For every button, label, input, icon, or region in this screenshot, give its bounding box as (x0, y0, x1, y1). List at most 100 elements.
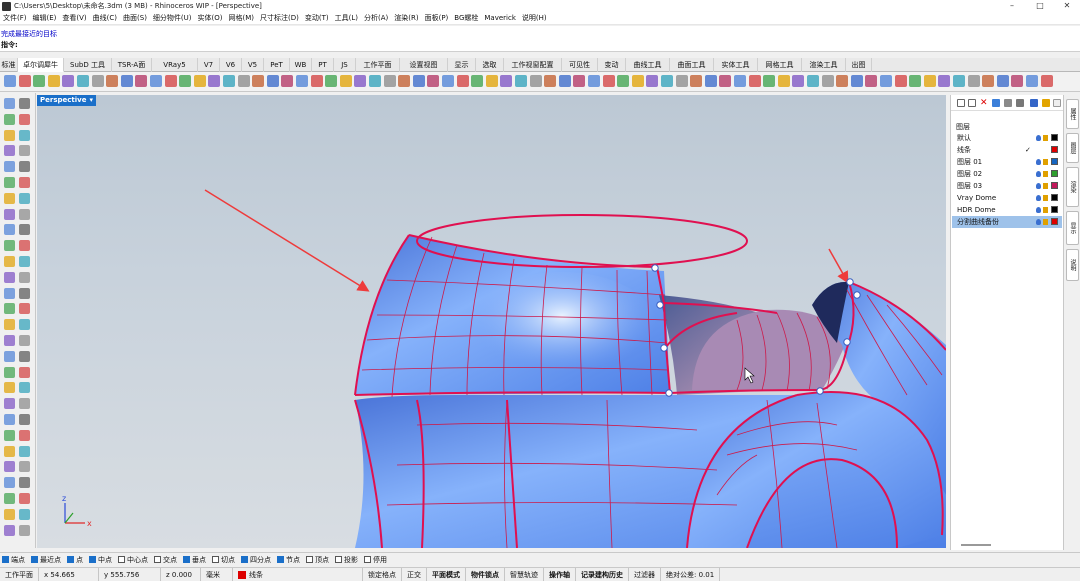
menu-tools[interactable]: 工具(L) (335, 13, 358, 23)
layer-options-icon[interactable] (1053, 99, 1061, 107)
toolbar-button-icon[interactable] (62, 75, 75, 87)
left-tool-icon[interactable] (4, 524, 15, 536)
toolbar-button-icon[interactable] (909, 75, 922, 87)
tab-19[interactable]: 曲线工具 (626, 58, 670, 72)
lock-icon[interactable] (1043, 159, 1048, 165)
toolbar-button-icon[interactable] (354, 75, 367, 87)
tab-8[interactable]: PeT (264, 58, 290, 72)
osnap-toggle[interactable]: 顶点 (306, 555, 329, 565)
command-input[interactable] (18, 38, 1073, 49)
toolbar-button-icon[interactable] (675, 75, 688, 87)
osnap-toggle[interactable]: 四分点 (241, 555, 271, 565)
status-toggle[interactable]: 正交 (402, 567, 427, 581)
lock-icon[interactable] (1043, 135, 1048, 141)
toolbar-button-icon[interactable] (193, 75, 206, 87)
left-tool-icon[interactable] (19, 366, 30, 378)
toolbar-button-icon[interactable] (33, 75, 46, 87)
left-tool-icon[interactable] (4, 319, 15, 331)
toolbar-button-icon[interactable] (953, 75, 965, 87)
osnap-checkbox[interactable] (335, 556, 342, 563)
left-tool-icon[interactable] (4, 366, 15, 378)
toolbar-button-icon[interactable] (369, 75, 381, 87)
current-layer[interactable]: 线条 (233, 567, 363, 581)
tab-1[interactable]: 卓尔调犀牛 (18, 58, 64, 72)
toolbar-button-icon[interactable] (237, 75, 250, 87)
left-tool-icon[interactable] (4, 98, 15, 109)
menu-edit[interactable]: 编辑(E) (33, 13, 57, 23)
left-tool-icon[interactable] (19, 129, 30, 141)
tab-17[interactable]: 可见性 (562, 58, 598, 72)
toolbar-button-icon[interactable] (339, 75, 352, 87)
left-tool-icon[interactable] (19, 508, 30, 520)
osnap-checkbox[interactable] (364, 556, 371, 563)
status-toggle[interactable]: 记录建构历史 (576, 567, 629, 581)
model-canvas[interactable]: z x (37, 95, 946, 548)
toolbar-button-icon[interactable] (179, 75, 192, 87)
toolbar-button-icon[interactable] (456, 75, 469, 87)
tab-0[interactable]: 标准 (0, 58, 18, 72)
osnap-toggle[interactable]: 交点 (154, 555, 177, 565)
toolbar-button-icon[interactable] (1011, 75, 1024, 87)
left-tool-icon[interactable] (19, 240, 30, 252)
left-tool-icon[interactable] (4, 335, 15, 346)
toolbar-button-icon[interactable] (383, 75, 396, 87)
osnap-toggle[interactable]: 中心点 (118, 555, 148, 565)
panel-resize-handle[interactable] (961, 544, 991, 546)
toolbar-button-icon[interactable] (704, 75, 717, 87)
osnap-toggle[interactable]: 点 (67, 555, 83, 565)
layer-color-swatch[interactable] (1051, 206, 1058, 213)
status-toggle[interactable]: 物件锁点 (466, 567, 505, 581)
menu-transform[interactable]: 变动(T) (305, 13, 329, 23)
toolbar-button-icon[interactable] (77, 75, 89, 87)
tab-13[interactable]: 设置视图 (400, 58, 448, 72)
left-tool-icon[interactable] (19, 161, 30, 173)
toolbar-button-icon[interactable] (325, 75, 338, 87)
osnap-checkbox[interactable] (67, 556, 74, 563)
left-tool-icon[interactable] (19, 398, 30, 410)
left-tool-icon[interactable] (19, 145, 30, 157)
units[interactable]: 毫米 (201, 567, 233, 581)
lock-icon[interactable] (1043, 219, 1048, 225)
osnap-checkbox[interactable] (118, 556, 125, 563)
layer-row[interactable]: 图层 03 (952, 180, 1062, 192)
menu-surface[interactable]: 曲面(S) (123, 13, 147, 23)
lock-icon[interactable] (1043, 183, 1048, 189)
side-tab-2[interactable]: 渲染 (1066, 167, 1079, 207)
tab-20[interactable]: 曲面工具 (670, 58, 714, 72)
toolbar-button-icon[interactable] (252, 75, 265, 87)
left-tool-icon[interactable] (19, 350, 30, 362)
osnap-checkbox[interactable] (154, 556, 161, 563)
toolbar-button-icon[interactable] (500, 75, 513, 87)
toolbar-button-icon[interactable] (850, 75, 863, 87)
left-tool-icon[interactable] (4, 161, 15, 173)
left-tool-icon[interactable] (4, 477, 15, 489)
osnap-checkbox[interactable] (89, 556, 96, 563)
visibility-bulb-icon[interactable] (1036, 171, 1041, 177)
toolbar-button-icon[interactable] (690, 75, 703, 87)
osnap-toggle[interactable]: 节点 (277, 555, 300, 565)
left-tool-icon[interactable] (19, 429, 30, 441)
toolbar-button-icon[interactable] (631, 75, 644, 87)
layer-row[interactable]: 默认 (952, 132, 1062, 144)
osnap-checkbox[interactable] (306, 556, 313, 563)
left-tool-icon[interactable] (19, 335, 30, 346)
toolbar-button-icon[interactable] (763, 75, 776, 87)
toolbar-button-icon[interactable] (412, 75, 425, 87)
visibility-bulb-icon[interactable] (1036, 135, 1041, 141)
osnap-toggle[interactable]: 切点 (212, 555, 235, 565)
tab-18[interactable]: 变动 (598, 58, 626, 72)
layer-row[interactable]: 图层 01 (952, 156, 1062, 168)
new-layer-icon[interactable] (957, 99, 965, 107)
toolbar-button-icon[interactable] (485, 75, 498, 87)
menu-panels[interactable]: 面板(P) (425, 13, 449, 23)
toolbar-button-icon[interactable] (646, 75, 659, 87)
perspective-viewport[interactable]: z x Perspective ▾ (37, 95, 946, 548)
tab-6[interactable]: V6 (220, 58, 242, 72)
tab-5[interactable]: V7 (198, 58, 220, 72)
lock-icon[interactable] (1043, 171, 1048, 177)
tab-14[interactable]: 显示 (448, 58, 476, 72)
layer-color-swatch[interactable] (1051, 218, 1058, 225)
toolbar-button-icon[interactable] (777, 75, 790, 87)
status-toggle[interactable]: 锁定格点 (363, 567, 402, 581)
toolbar-button-icon[interactable] (544, 75, 557, 87)
